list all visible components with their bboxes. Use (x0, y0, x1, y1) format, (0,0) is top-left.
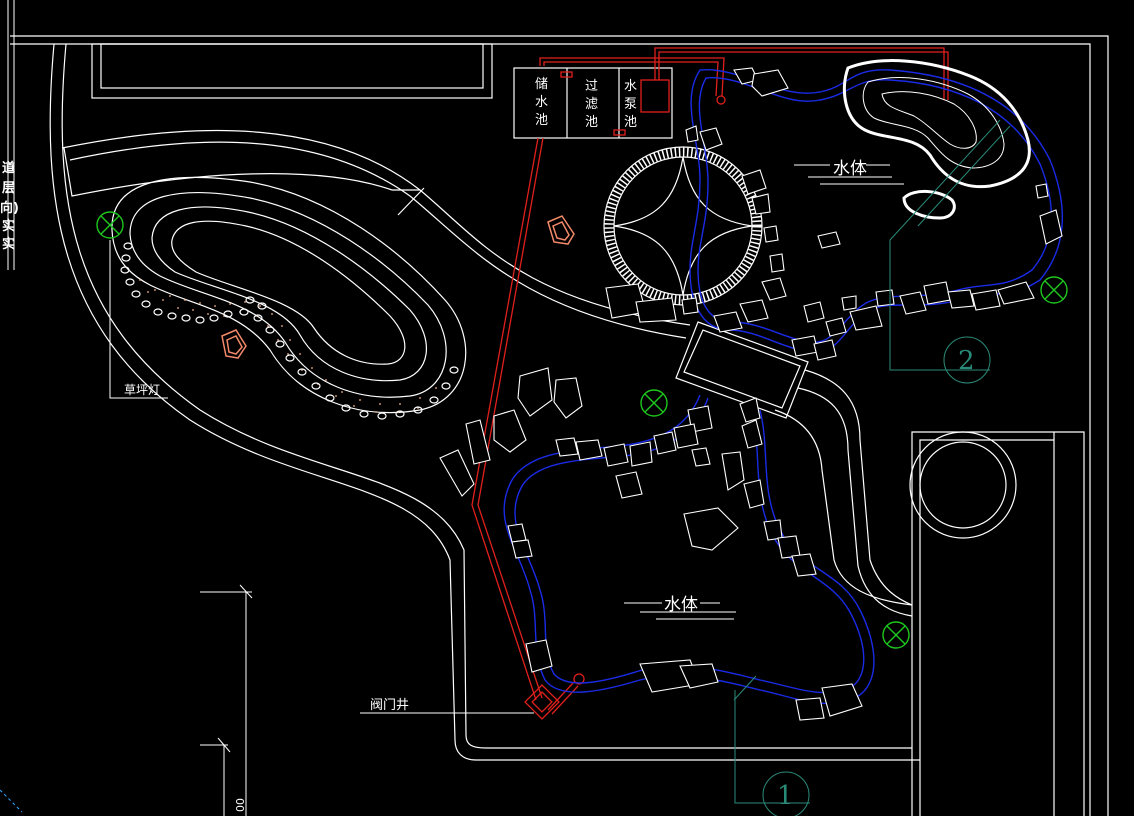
svg-text:池: 池 (535, 113, 548, 128)
tank-filter-label: 过 滤 池 (585, 79, 598, 130)
svg-text:池: 池 (585, 115, 598, 130)
site-plan: 储 水 池 过 滤 池 水 泵 池 2 1 水体 水体 草坪灯 阀门井 00 道… (0, 0, 1109, 816)
svg-text:过: 过 (585, 79, 598, 94)
rockery-island (842, 59, 1031, 220)
perimeter-path (49, 43, 920, 761)
section-tags (733, 119, 1011, 816)
section-tag-1: 1 (777, 781, 794, 811)
svg-text:储: 储 (535, 77, 548, 92)
svg-text:水: 水 (624, 79, 637, 94)
tank-storage-label: 储 水 池 (535, 77, 548, 128)
dimension-lines (0, 584, 253, 816)
water-label-north: 水体 (833, 159, 867, 179)
valve-well-label: 阀门井 (370, 698, 409, 713)
svg-text:实: 实 (2, 236, 15, 252)
water-label-south: 水体 (664, 595, 698, 615)
lawn-light-symbol (96, 211, 124, 239)
tank-pump-label: 水 泵 池 (624, 79, 637, 130)
svg-text:层: 层 (2, 181, 15, 196)
valve-well (524, 684, 560, 720)
lawn-pond (111, 176, 467, 414)
lawn-light-symbol (1040, 276, 1068, 304)
svg-text:道: 道 (2, 160, 15, 176)
round-plaza (603, 146, 763, 306)
stepping-stones (221, 215, 575, 359)
svg-text:向): 向) (0, 200, 19, 216)
lawn-lights (96, 211, 1068, 649)
lawn-light-label: 草坪灯 (124, 383, 160, 397)
svg-text:实: 实 (2, 218, 15, 234)
section-tag-2: 2 (958, 346, 975, 376)
svg-text:水: 水 (535, 95, 548, 110)
building-pad (91, 43, 493, 99)
fountain-plaza (909, 431, 1085, 816)
lawn-light-symbol (882, 621, 910, 649)
svg-text:池: 池 (624, 115, 637, 130)
svg-text:滤: 滤 (585, 97, 598, 112)
svg-text:泵: 泵 (624, 97, 637, 112)
side-annotation: 道 层 向) 实 实 (0, 160, 19, 252)
lawn-light-symbol (640, 389, 668, 417)
dimension-text: 00 (234, 798, 247, 812)
